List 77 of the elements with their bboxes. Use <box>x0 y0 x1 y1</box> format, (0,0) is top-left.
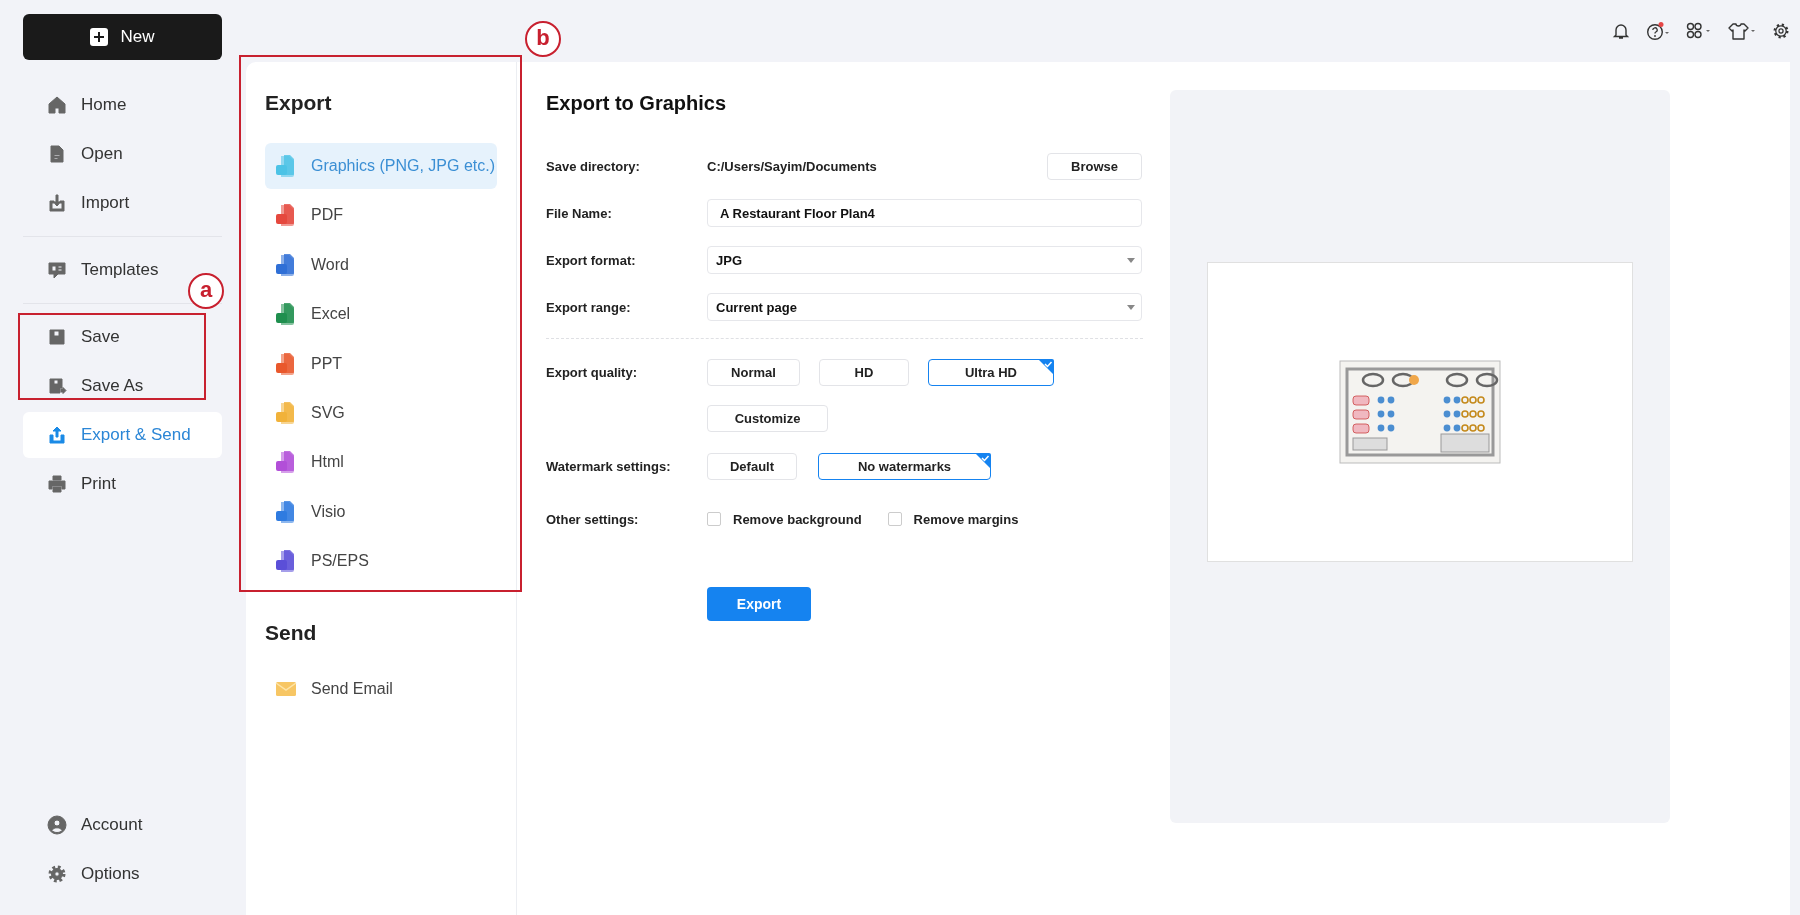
field-label: Other settings: <box>546 511 640 527</box>
user-icon <box>47 815 67 835</box>
export-option[interactable]: Html <box>265 439 497 486</box>
download-icon <box>47 193 67 213</box>
caret-icon <box>1127 304 1135 310</box>
annotation-label: a <box>188 273 224 309</box>
nav-item[interactable]: Account <box>23 802 153 848</box>
help-icon[interactable] <box>1646 21 1670 41</box>
section-heading: Export <box>265 90 333 116</box>
checkbox[interactable] <box>887 512 902 526</box>
checkbox[interactable] <box>707 512 721 526</box>
export-option[interactable]: SVG <box>265 389 497 436</box>
range-dropdown[interactable]: Current page <box>707 293 1142 321</box>
slides-file-icon <box>275 351 297 376</box>
customize-button[interactable]: Customize <box>707 404 828 432</box>
checkbox-option[interactable]: Remove background <box>707 511 862 527</box>
image-file-icon <box>275 154 297 178</box>
ps-file-icon <box>275 549 297 574</box>
form-title: Export to Graphics <box>546 90 728 116</box>
section-heading: Send <box>265 620 318 647</box>
word-file-icon <box>275 252 297 277</box>
directory-path: C:/Users/Sayim/Documents <box>707 158 878 174</box>
document-icon <box>47 144 67 164</box>
shirt-icon[interactable] <box>1728 22 1756 40</box>
nav-item[interactable]: Print <box>23 461 126 507</box>
envelope-icon <box>275 680 297 699</box>
printer-icon <box>47 474 67 494</box>
watermark-option[interactable]: Default <box>707 452 797 480</box>
export-option[interactable]: Word <box>265 241 497 288</box>
field-label: File Name: <box>546 205 613 221</box>
plus-icon <box>90 28 109 46</box>
field-label: Export quality: <box>546 364 638 380</box>
field-label: Export format: <box>546 252 637 268</box>
watermark-option[interactable]: No watermarks <box>818 452 991 480</box>
export-option[interactable]: PDF <box>265 192 497 239</box>
export-option[interactable]: PS/EPS <box>265 538 497 585</box>
export-option[interactable]: Visio <box>265 488 497 535</box>
format-dropdown[interactable]: JPG <box>707 246 1142 274</box>
caret-icon <box>1127 257 1135 263</box>
check-badge-icon <box>1038 358 1054 375</box>
visio-file-icon <box>275 499 297 524</box>
export-option[interactable]: Excel <box>265 291 497 338</box>
send-email-option[interactable]: Send Email <box>265 666 497 713</box>
file-name-field[interactable]: A Restaurant Floor Plan4 <box>707 199 1142 227</box>
nav-item[interactable]: Open <box>23 131 133 177</box>
nav-item[interactable]: Save <box>23 314 130 360</box>
home-icon <box>47 95 67 115</box>
templates-icon <box>47 260 67 280</box>
new-button[interactable]: New <box>23 14 222 60</box>
export-button[interactable]: Export <box>707 587 811 621</box>
nav-item[interactable]: Options <box>23 851 150 897</box>
quality-option[interactable]: Ultra HD <box>928 358 1054 386</box>
html-file-icon <box>275 450 297 475</box>
field-label: Save directory: <box>546 158 641 174</box>
apps-icon[interactable] <box>1686 22 1712 40</box>
nav-item[interactable]: Import <box>23 180 140 226</box>
pdf-file-icon <box>275 203 297 228</box>
quality-option[interactable]: HD <box>819 358 909 386</box>
settings-icon[interactable] <box>1772 22 1790 40</box>
nav-item[interactable]: Templates <box>23 247 169 293</box>
browse-button[interactable]: Browse <box>1047 152 1142 180</box>
quality-option[interactable]: Normal <box>707 358 800 386</box>
upload-icon <box>47 425 67 445</box>
export-option[interactable]: PPT <box>265 340 497 387</box>
check-badge-icon <box>975 452 991 469</box>
nav-item[interactable]: Save As <box>23 363 154 409</box>
checkbox-option[interactable]: Remove margins <box>887 511 1019 527</box>
settings-icon <box>47 864 67 884</box>
field-label: Export range: <box>546 299 632 315</box>
bell-icon[interactable] <box>1612 22 1630 40</box>
nav-item[interactable]: Home <box>23 82 137 128</box>
excel-file-icon <box>275 302 297 327</box>
floppy-disk-arrow-icon <box>47 376 67 396</box>
annotation-label: b <box>525 21 561 57</box>
field-label: Watermark settings: <box>546 458 672 474</box>
nav-item[interactable]: Export & Send <box>23 412 222 458</box>
svg-file-icon <box>275 400 297 425</box>
